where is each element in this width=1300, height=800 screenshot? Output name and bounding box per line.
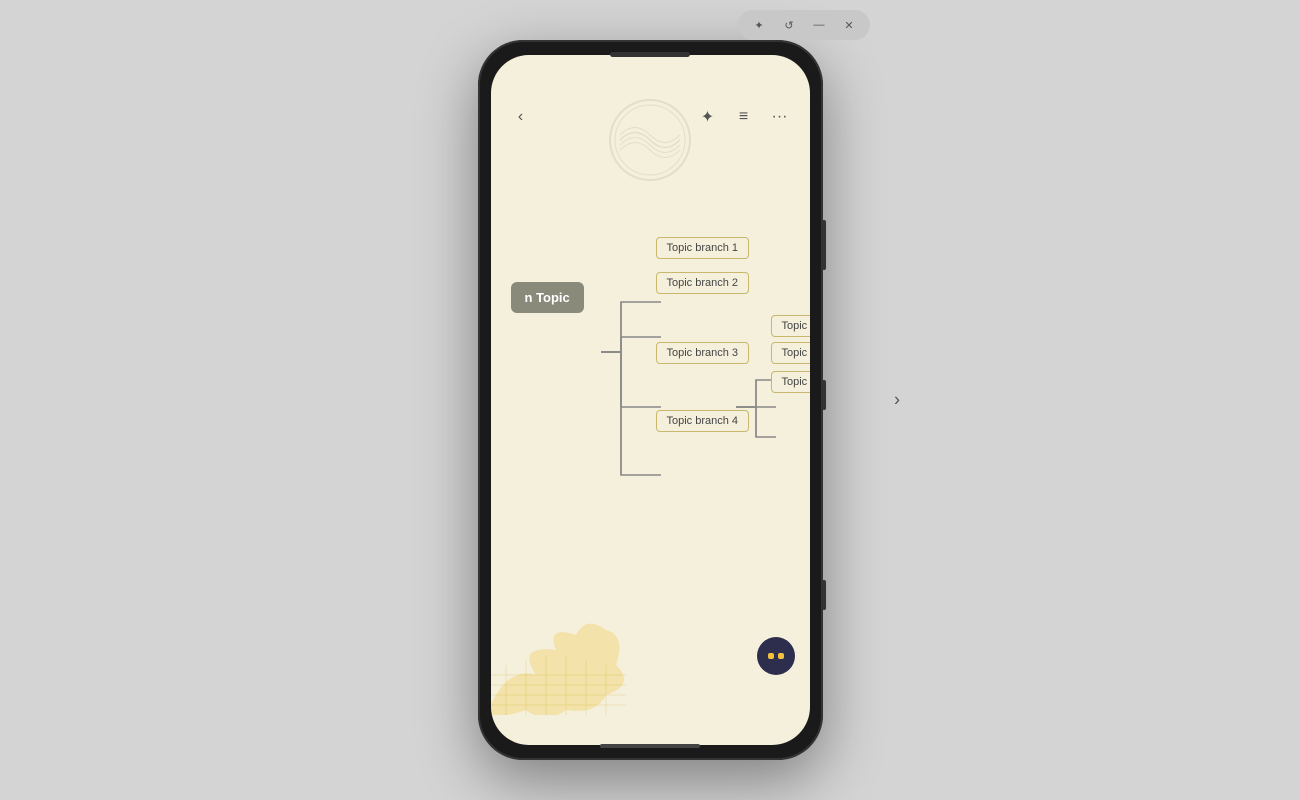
top-bar-actions: ✦ ≡ ···: [696, 105, 792, 129]
branch-node-3[interactable]: Topic branch 3: [656, 342, 750, 364]
side-button-vol1: [822, 380, 826, 410]
back-button[interactable]: ‹: [509, 105, 533, 129]
side-button-vol2: [822, 580, 826, 610]
close-icon: ✕: [844, 19, 853, 32]
phone-frame: ‹ ✦ ≡ ···: [478, 40, 823, 760]
branch-2-label: Topic branch 2: [667, 277, 739, 289]
close-button[interactable]: ✕: [838, 14, 860, 36]
minimize-button[interactable]: —: [808, 14, 830, 36]
side-arrow[interactable]: ›: [894, 390, 900, 411]
back-icon: ‹: [518, 108, 523, 126]
ai-eye-left: [768, 653, 774, 659]
more-icon: ···: [772, 108, 788, 126]
top-bar: ‹ ✦ ≡ ···: [491, 55, 810, 139]
phone-screen: ‹ ✦ ≡ ···: [491, 55, 810, 745]
refresh-button[interactable]: ↺: [778, 14, 800, 36]
ai-eye-right: [778, 653, 784, 659]
list-button[interactable]: ≡: [732, 105, 756, 129]
branch-3-label: Topic branch 3: [667, 347, 739, 359]
ai-assistant-button[interactable]: [757, 637, 795, 675]
list-icon: ≡: [739, 108, 748, 126]
side-button-power: [822, 220, 826, 270]
sub-branch-node-3[interactable]: Topic branch 3: [771, 371, 810, 393]
sub-branch-2-label: Topic branch 2: [782, 347, 810, 359]
branch-node-1[interactable]: Topic branch 1: [656, 237, 750, 259]
sparkle-icon: ✦: [754, 19, 763, 32]
minimize-icon: —: [814, 19, 825, 31]
branch-1-label: Topic branch 1: [667, 242, 739, 254]
branch-node-4[interactable]: Topic branch 4: [656, 410, 750, 432]
window-controls: ✦ ↺ — ✕: [738, 10, 870, 40]
ai-eyes: [768, 653, 784, 659]
branch-4-label: Topic branch 4: [667, 415, 739, 427]
pin-button[interactable]: ✦: [696, 105, 720, 129]
more-button[interactable]: ···: [768, 105, 792, 129]
refresh-icon: ↺: [784, 19, 793, 32]
pin-icon: ✦: [701, 107, 714, 127]
sub-branch-1-label: Topic branch 1: [782, 320, 810, 332]
sparkle-button[interactable]: ✦: [748, 14, 770, 36]
sub-branch-3-label: Topic branch 3: [782, 376, 810, 388]
sub-branch-node-1[interactable]: Topic branch 1: [771, 315, 810, 337]
sub-branch-node-2[interactable]: Topic branch 2: [771, 342, 810, 364]
branch-node-2[interactable]: Topic branch 2: [656, 272, 750, 294]
